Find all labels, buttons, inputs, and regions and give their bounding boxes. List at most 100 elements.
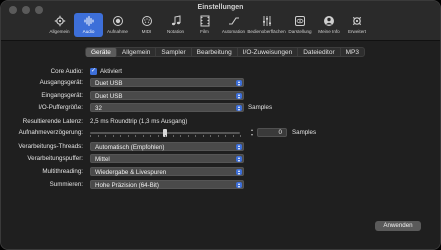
process-buffer-label: Verarbeitungspuffer: (27, 155, 83, 162)
film-icon (200, 15, 209, 27)
chevron-updown-icon: ▴ ▾ (236, 143, 242, 151)
person-icon (324, 16, 334, 26)
chevron-updown-icon: ▴ ▾ (236, 168, 242, 176)
multithreading-label: Multithreading: (42, 168, 83, 175)
record-delay-stepper[interactable]: ▴ ▾ (249, 127, 255, 137)
chevron-updown-icon: ▴ ▾ (236, 92, 242, 100)
multithreading-popup[interactable]: Wiedergabe & Livespuren ▴ ▾ (90, 167, 244, 176)
apply-button[interactable]: Anwenden (375, 221, 421, 231)
audio-settings-panel: Geräte Allgemein Sampler Bearbeitung I/O… (1, 41, 440, 249)
slider-tick (135, 135, 136, 137)
buffer-size-popup[interactable]: 32 ▴ ▾ (90, 103, 244, 112)
tab-dateieditor[interactable]: Dateieditor (298, 48, 341, 57)
notes-icon (171, 15, 180, 26)
toolbar-item-aufnahme[interactable]: Aufnahme (103, 13, 132, 37)
slider-tick (165, 135, 166, 137)
toolbar-label: Audio (82, 29, 95, 34)
slider-tick (120, 135, 121, 137)
toolbar-label: Automation (221, 29, 246, 34)
slider-tick (172, 135, 174, 137)
toolbar-label: Notation (166, 29, 185, 34)
slider-tick (202, 135, 204, 137)
process-buffer-row: Verarbeitungspuffer: Mittel ▴ ▾ (1, 154, 440, 164)
core-audio-checkbox[interactable]: ✓ (90, 68, 97, 75)
tab-mp3[interactable]: MP3 (341, 48, 364, 57)
preferences-window: Einstellungen Allgemein Audio Aufnahme M… (0, 0, 441, 250)
threads-row: Verarbeitungs-Threads: Automatisch (Empf… (1, 142, 440, 152)
slider-tick (97, 135, 99, 137)
toolbar-label: Meine Info (318, 29, 340, 34)
threads-popup[interactable]: Automatisch (Empfohlen) ▴ ▾ (90, 142, 244, 151)
toolbar-item-bedienoberflaechen[interactable]: Bedienoberflächen (247, 13, 286, 37)
toolbar-item-allgemein[interactable]: Allgemein (45, 13, 74, 37)
summing-popup[interactable]: Hohe Präzision (64-Bit) ▴ ▾ (90, 180, 244, 189)
multithreading-value: Wiedergabe & Livespuren (95, 169, 167, 176)
toolbar-item-darstellung[interactable]: Darstellung (285, 13, 315, 37)
window-title: Einstellungen (197, 4, 244, 11)
waveform-icon (84, 16, 93, 26)
gear-icon (54, 15, 65, 27)
summing-label: Summieren: (49, 181, 83, 188)
slider-tick (195, 135, 196, 137)
slider-tick (105, 135, 106, 137)
toolbar-label: Aufnahme (107, 29, 128, 34)
toolbar-label: Allgemein (49, 29, 70, 34)
tab-bearbeitung[interactable]: Bearbeitung (192, 48, 238, 57)
toolbar-item-erweitert[interactable]: Erweitert (343, 13, 371, 37)
latency-row: Resultierende Latenz: 2,5 ms Roundtrip (… (1, 117, 440, 127)
toolbar-item-midi[interactable]: MIDI (132, 13, 161, 37)
output-device-label: Ausgangsgerät: (39, 79, 83, 86)
slider-tick (142, 135, 144, 137)
automation-icon (228, 17, 239, 25)
slider-tick (240, 135, 241, 137)
chevron-updown-icon: ▴ ▾ (236, 79, 242, 87)
buffer-size-value: 32 (95, 105, 102, 112)
threads-label: Verarbeitungs-Threads: (18, 143, 83, 150)
summing-row: Summieren: Hohe Präzision (64-Bit) ▴ ▾ (1, 180, 440, 190)
toolbar-item-automation[interactable]: Automation (219, 13, 248, 37)
toolbar-item-meine-info[interactable]: Meine Info (315, 13, 343, 37)
advanced-gear-icon (352, 16, 362, 26)
toolbar-label: MIDI (141, 29, 152, 34)
tab-allgemein[interactable]: Allgemein (117, 48, 157, 57)
preferences-toolbar: Allgemein Audio Aufnahme MIDI Notation F… (45, 13, 395, 41)
toolbar-label: Bedienoberflächen (247, 29, 286, 34)
chevron-updown-icon: ▴ ▾ (236, 155, 242, 163)
slider-tick (232, 135, 234, 137)
toolbar-label: Erweitert (347, 29, 367, 34)
output-device-value: Duet USB (95, 80, 123, 87)
toolbar-item-notation[interactable]: Notation (161, 13, 190, 37)
process-buffer-value: Mittel (95, 156, 110, 163)
multithreading-row: Multithreading: Wiedergabe & Livespuren … (1, 167, 440, 177)
slider-tick (90, 135, 91, 137)
slider-tick (210, 135, 211, 137)
process-buffer-popup[interactable]: Mittel ▴ ▾ (90, 154, 244, 163)
chevron-updown-icon: ▴ ▾ (236, 181, 242, 189)
slider-tick (225, 135, 226, 137)
titlebar: Einstellungen Allgemein Audio Aufnahme M… (1, 1, 440, 41)
threads-value: Automatisch (Empfohlen) (95, 144, 165, 151)
record-delay-row: Aufnahmeverzögerung: ▴ ▾ 0 Samples (1, 127, 440, 138)
tab-sampler[interactable]: Sampler (156, 48, 192, 57)
input-device-popup[interactable]: Duet USB ▴ ▾ (90, 91, 244, 100)
input-device-value: Duet USB (95, 93, 123, 100)
tab-geraete[interactable]: Geräte (86, 48, 117, 57)
tab-io-zuweisungen[interactable]: I/O-Zuweisungen (238, 48, 299, 57)
summing-value: Hohe Präzision (64-Bit) (95, 182, 159, 189)
record-icon (112, 16, 123, 26)
slider-tick (112, 135, 114, 137)
eye-icon (295, 16, 305, 26)
toolbar-label: Darstellung (288, 29, 312, 34)
output-device-popup[interactable]: Duet USB ▴ ▾ (90, 78, 244, 87)
buffer-size-unit: Samples (248, 104, 273, 111)
core-audio-value: Aktiviert (100, 68, 123, 75)
slider-tick (217, 135, 219, 137)
toolbar-item-film[interactable]: Film (190, 13, 219, 37)
settings-tab-bar: Geräte Allgemein Sampler Bearbeitung I/O… (85, 47, 366, 57)
core-audio-label: Core Audio: (50, 68, 83, 75)
buffer-size-label: I/O-Puffergröße: (38, 104, 83, 111)
slider-tick (157, 135, 159, 137)
latency-value: 2,5 ms Roundtrip (1,3 ms Ausgang) (90, 118, 188, 125)
toolbar-item-audio[interactable]: Audio (74, 13, 103, 37)
record-delay-field[interactable]: 0 (257, 128, 287, 137)
